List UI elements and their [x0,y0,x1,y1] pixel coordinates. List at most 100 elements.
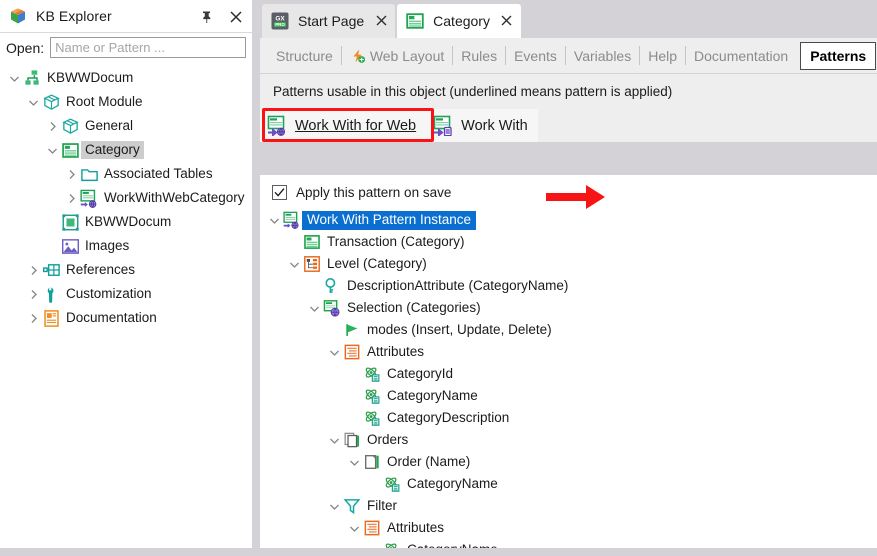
sidebar-item-general[interactable]: General [0,114,252,138]
attribute-icon [382,540,402,548]
chevron-down-icon[interactable] [326,494,342,518]
close-icon[interactable] [375,14,387,29]
pattern-button-work-with-for-web[interactable]: Work With for Web [260,109,427,142]
chevron-down-icon[interactable] [25,90,41,114]
pattern-instance-tree[interactable]: Work With Pattern Instance Transaction (C… [260,205,877,548]
pattern-tree-row[interactable]: Order (Name) [260,451,877,473]
pattern-button-label: Work With [461,117,528,134]
pattern-tree-row[interactable]: Transaction (Category) [260,231,877,253]
tab-label: Help [648,47,678,64]
work-with-web-icon [79,188,99,208]
pattern-tree-label: Work With Pattern Instance [302,211,477,230]
module-icon [60,116,80,136]
sidebar-item-references[interactable]: References [0,258,252,282]
sidebar-item-label: Documentation [66,309,157,325]
tab-variables[interactable]: Variables [566,44,639,68]
chevron-down-icon[interactable] [6,66,22,90]
pattern-tree-row[interactable]: DescriptionAttribute (CategoryName) [260,275,877,297]
tab-web-layout[interactable]: Web Layout [342,44,452,68]
document-area: GX PRO Start Page Category Structure Web Lay… [260,0,877,556]
sidebar-item-label: Images [85,237,130,253]
chevron-right-icon[interactable] [25,282,41,306]
chevron-down-icon[interactable] [266,208,282,232]
pattern-tree-row[interactable]: modes (Insert, Update, Delete) [260,319,877,341]
document-tab-start-page[interactable]: GX PRO Start Page [262,4,396,38]
sidebar-item-kbwwdocum[interactable]: KBWWDocum [0,66,252,90]
attribute-icon [382,474,402,494]
chevron-right-icon[interactable] [63,162,79,186]
pattern-tree-row[interactable]: Orders [260,429,877,451]
close-icon[interactable] [226,7,246,27]
chevron-down-icon[interactable] [326,340,342,364]
tab-label: Structure [276,47,333,64]
panel-splitter[interactable] [252,0,260,556]
pattern-tree-row[interactable]: Level (Category) [260,253,877,275]
tab-events[interactable]: Events [506,44,565,68]
knowledge-base-icon [22,68,42,88]
pattern-tree-row[interactable]: Filter [260,495,877,517]
pattern-tree-row[interactable]: CategoryId [260,363,877,385]
pattern-button-work-with[interactable]: Work With [426,109,538,142]
attribute-icon [362,386,382,406]
tab-label: Events [514,47,557,64]
chevron-right-icon[interactable] [63,186,79,210]
pin-icon[interactable] [196,7,216,27]
pattern-tree-row[interactable]: Selection (Categories) [260,297,877,319]
pattern-tree-row[interactable]: Attributes [260,341,877,363]
tab-label: Rules [461,47,498,64]
kb-explorer-title: KB Explorer [36,8,112,24]
close-icon[interactable] [501,14,513,29]
sidebar-item-customization[interactable]: Customization [0,282,252,306]
document-tab-category[interactable]: Category [397,4,521,38]
chevron-right-icon[interactable] [25,306,41,330]
chevron-down-icon[interactable] [306,296,322,320]
sidebar-item-documentation[interactable]: Documentation [0,306,252,330]
orders-icon [342,430,362,450]
pattern-tree-label: modes (Insert, Update, Delete) [367,321,552,337]
chevron-down-icon[interactable] [44,138,60,162]
chevron-down-icon[interactable] [286,252,302,276]
sidebar-item-images[interactable]: Images [0,234,252,258]
chevron-down-icon[interactable] [326,428,342,452]
kb-explorer-titlebar: KB Explorer [0,0,252,33]
tab-rules[interactable]: Rules [453,44,505,68]
pattern-tree-label: CategoryId [387,365,454,381]
apply-on-save-checkbox[interactable] [272,184,287,200]
document-tabstrip: GX PRO Start Page Category [260,0,877,38]
chevron-right-icon[interactable] [25,258,41,282]
tab-label: Variables [573,47,632,64]
kb-explorer-tree[interactable]: KBWWDocum Root Module General Category Assoc… [0,62,252,556]
pattern-tree-row[interactable]: CategoryName [260,385,877,407]
tab-structure[interactable]: Structure [268,44,341,68]
references-icon [41,260,61,280]
pattern-tree-row[interactable]: Work With Pattern Instance [260,209,877,231]
chevron-down-icon[interactable] [346,450,362,474]
kb-cube-icon [8,6,28,26]
chevron-right-icon[interactable] [44,114,60,138]
sidebar-item-workwithwebcategory[interactable]: WorkWithWebCategory [0,186,252,210]
titlebar-actions [196,0,246,33]
sidebar-item-associated-tables[interactable]: Associated Tables [0,162,252,186]
pattern-tree-row[interactable]: CategoryName [260,539,877,548]
apply-on-save-row[interactable]: Apply this pattern on save [260,179,877,205]
level-icon [302,254,322,274]
sidebar-item-root-module[interactable]: Root Module [0,90,252,114]
chevron-down-icon[interactable] [346,516,362,540]
svg-text:PRO: PRO [275,22,285,27]
tab-documentation[interactable]: Documentation [686,44,796,68]
tab-help[interactable]: Help [640,44,685,68]
pattern-tree-row[interactable]: CategoryDescription [260,407,877,429]
pattern-tree-label: DescriptionAttribute (CategoryName) [347,277,569,293]
search-input[interactable] [50,37,246,58]
pattern-button-label: Work With for Web [295,117,417,134]
sidebar-item-label: Root Module [66,93,143,109]
pattern-instance-area: Apply this pattern on save Work With Pat… [260,175,877,548]
sidebar-item-kbwwdocum[interactable]: KBWWDocum [0,210,252,234]
sidebar-item-label: Associated Tables [104,165,213,181]
sidebar-item-category[interactable]: Category [0,138,252,162]
pattern-tree-row[interactable]: CategoryName [260,473,877,495]
selection-web-icon [322,298,342,318]
tab-patterns[interactable]: Patterns [800,41,877,70]
pattern-tree-row[interactable]: Attributes [260,517,877,539]
transaction-icon [60,140,80,160]
